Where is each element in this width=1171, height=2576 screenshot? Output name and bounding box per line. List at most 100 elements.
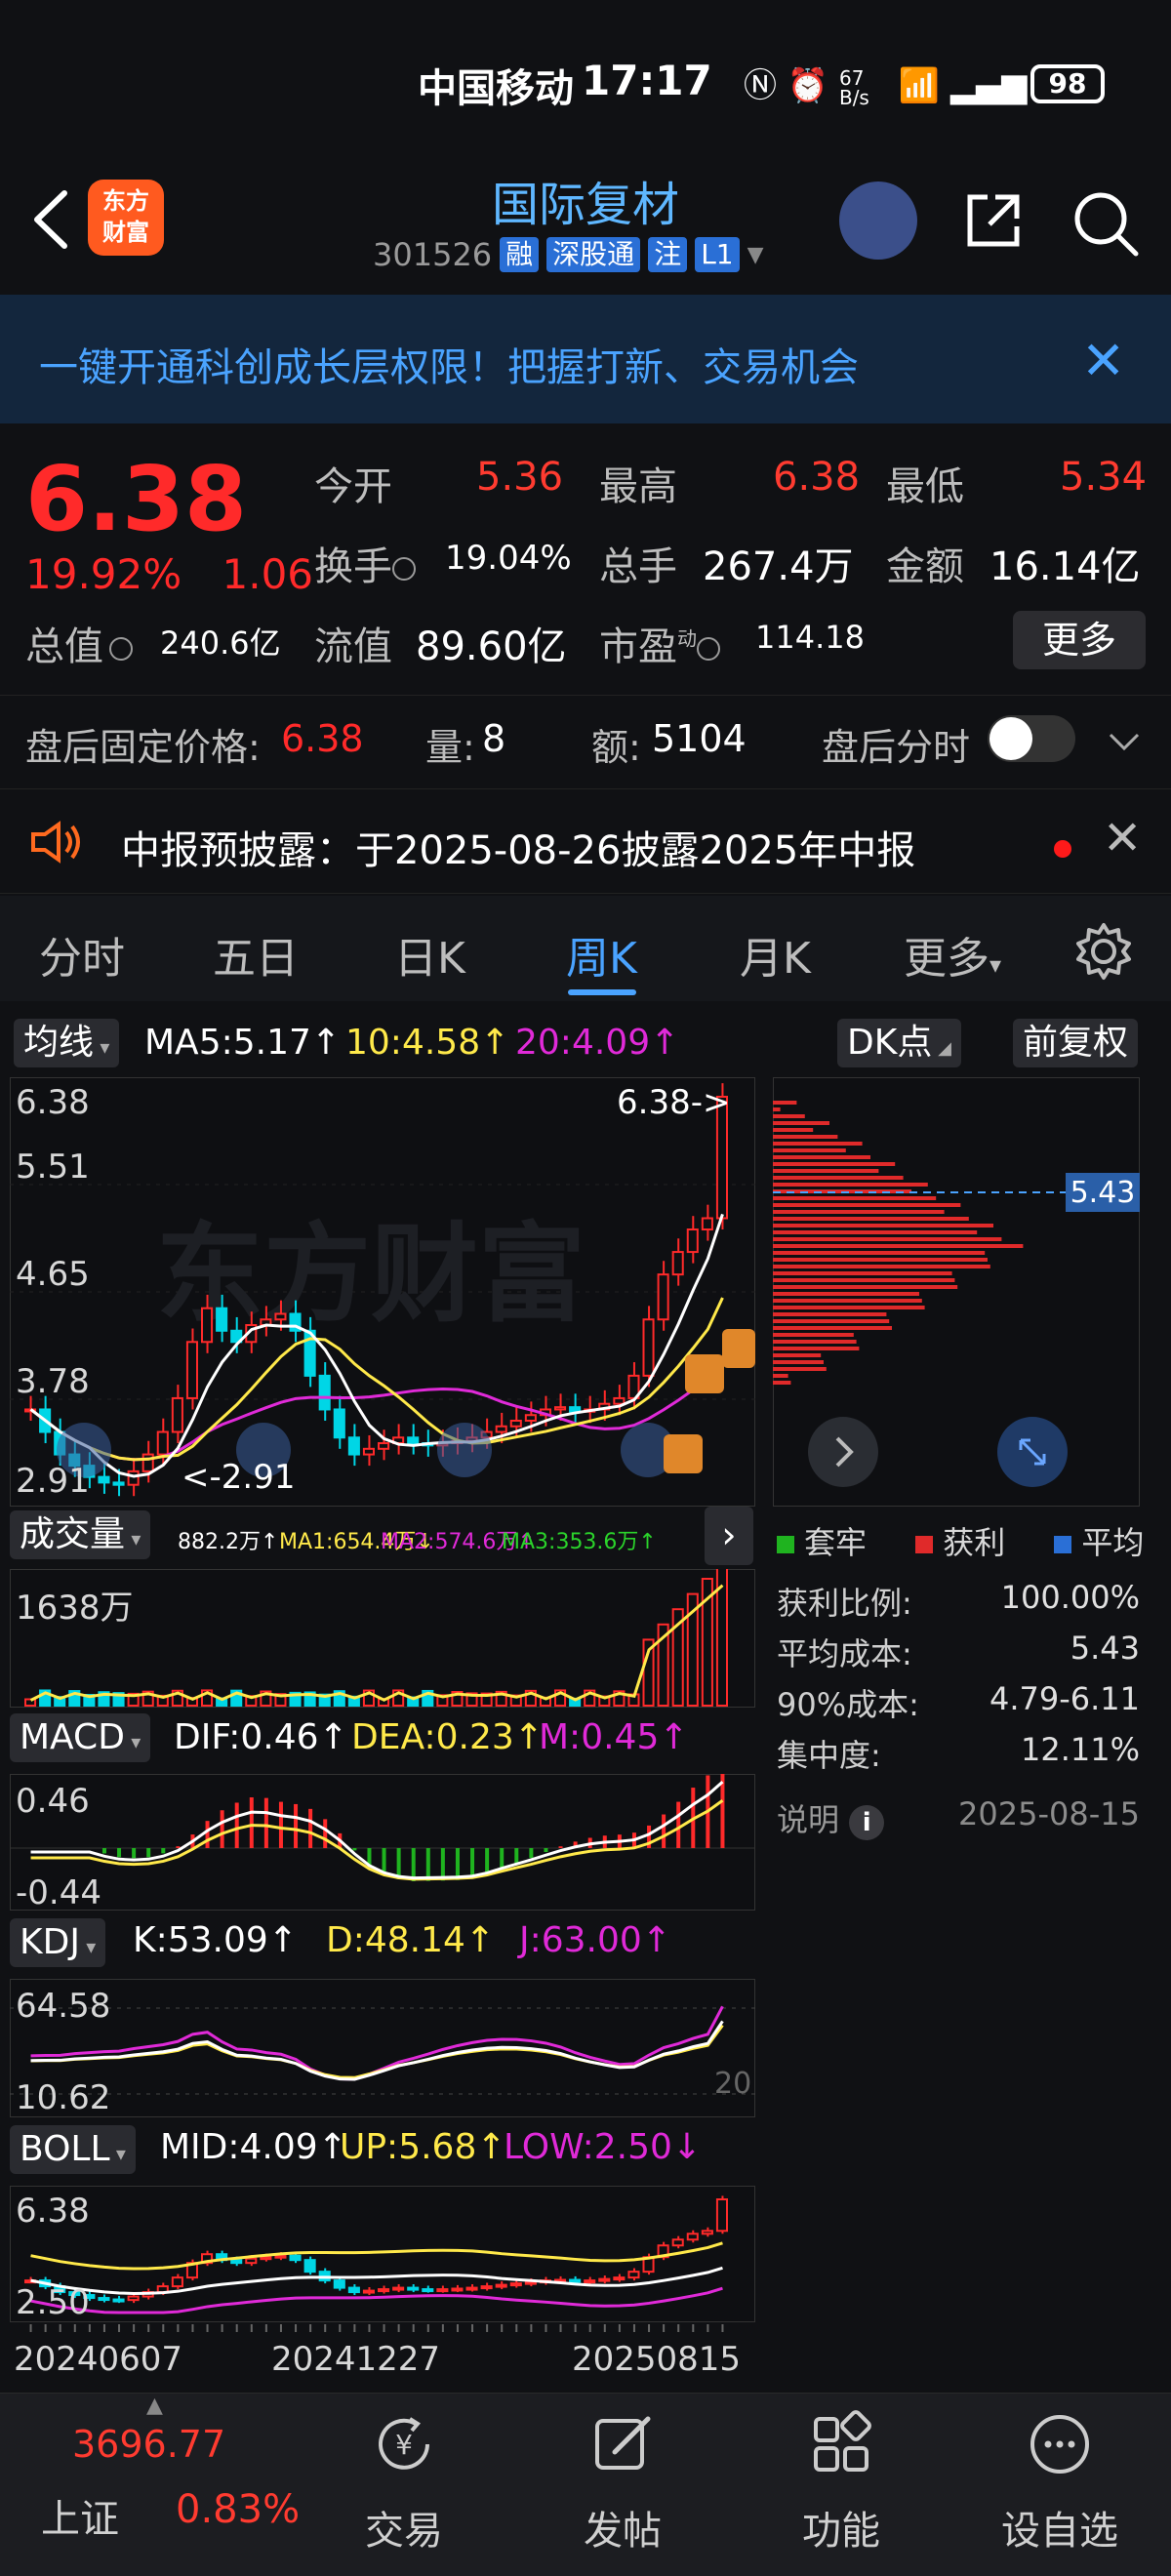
kline-chart[interactable]: 东方财富 — [10, 1077, 755, 1507]
candle-body — [347, 2286, 360, 2294]
nav-add-watchlist[interactable]: 设自选 — [962, 2394, 1157, 2576]
t-marker[interactable] — [685, 1354, 724, 1393]
boll-axis-top: 6.38 — [16, 2192, 90, 2231]
notice-row[interactable]: 中报预披露：于2025-08-26披露2025年中报 ✕ — [0, 788, 1171, 894]
chip-bar — [773, 1230, 978, 1234]
t-marker[interactable] — [722, 1329, 755, 1368]
chip-distribution-chart[interactable]: 5.43 — [773, 1077, 1140, 1507]
stock-code-row[interactable]: 301526 融 深股通 注 L1 ▼ — [373, 236, 764, 273]
share-icon[interactable] — [962, 189, 1025, 252]
candle-body — [318, 1374, 331, 1411]
info-icon[interactable] — [109, 637, 133, 661]
more-button[interactable]: 更多 — [1013, 611, 1146, 669]
chip-bar — [773, 1251, 986, 1255]
change-pct: 19.92% — [25, 550, 182, 598]
candle-body — [98, 2297, 110, 2302]
macd-dea: DEA:0.23↑ — [351, 1717, 544, 1757]
chip-bar — [773, 1340, 857, 1344]
nav-add-watchlist-label: 设自选 — [1001, 2509, 1118, 2554]
chip-bar — [773, 1155, 870, 1159]
expand-indicators-button[interactable]: › — [705, 1507, 753, 1565]
tab-5day[interactable]: 五日 — [213, 923, 299, 986]
kdj-selector[interactable]: KDJ ▾ — [10, 1918, 106, 1967]
chip-bar — [773, 1176, 904, 1180]
candle-body — [657, 1273, 669, 1321]
assistant-robot-icon[interactable] — [839, 181, 917, 260]
tag-margin: 融 — [500, 237, 540, 272]
tab-intraday[interactable]: 分时 — [39, 923, 125, 986]
chip-legend: 套牢 获利 平均 — [777, 1518, 1144, 1563]
volume-selector[interactable]: 成交量 ▾ — [10, 1510, 151, 1559]
explain-link[interactable]: 说明 i — [777, 1795, 885, 1840]
candle-body — [422, 2288, 434, 2293]
promo-banner[interactable]: 一键开通科创成长层权限！把握打新、交易机会 ✕ — [0, 295, 1171, 423]
chip-bar — [773, 1292, 919, 1296]
legend-profit: 获利 — [943, 1524, 1006, 1561]
net-speed: 67 B/s — [838, 65, 869, 109]
tag-level: L1 — [695, 237, 740, 272]
price-change: 19.92% 1.06 — [25, 550, 313, 598]
after-hours-row: 盘后固定价格: 6.38 量: 8 额: 5104 盘后分时 — [0, 695, 1171, 788]
caret-up-icon: ▲ — [146, 2394, 163, 2418]
boll-up: UP:5.68↑ — [340, 2127, 506, 2167]
candle-body — [451, 2287, 464, 2292]
ah-vol: 8 — [482, 717, 506, 760]
ma-selector[interactable]: 均线 ▾ — [14, 1019, 120, 1067]
macd-bar — [117, 1848, 122, 1858]
speaker-icon — [31, 821, 80, 864]
chip-bar — [773, 1196, 937, 1200]
close-icon[interactable]: ✕ — [1103, 811, 1142, 865]
search-icon[interactable] — [1071, 189, 1140, 258]
chip-bar — [773, 1381, 791, 1385]
after-hours-toggle[interactable] — [988, 715, 1075, 762]
mktcap-value: 240.6亿 — [160, 624, 281, 662]
avg-cost-row-label: 平均成本: — [777, 1635, 912, 1672]
macd-bar — [146, 1848, 151, 1858]
nav-post[interactable]: 发帖 — [525, 2394, 720, 2576]
tab-monthly[interactable]: 月K — [740, 923, 811, 986]
kdj-d: D:48.14↑ — [326, 1920, 496, 1960]
tab-weekly[interactable]: 周K — [566, 923, 637, 986]
chip-bar — [773, 1142, 863, 1146]
candle-body — [156, 1430, 169, 1456]
candle-body — [141, 1453, 154, 1472]
bottom-nav: 3696.77 ▲ 上证 0.83% ¥ 交易 发帖 功能 设自选 — [0, 2393, 1171, 2576]
boll-chart[interactable] — [10, 2186, 755, 2322]
open-label: 今开 — [314, 464, 392, 509]
nav-functions[interactable]: 功能 — [744, 2394, 939, 2576]
trade-icon: ¥ — [379, 2417, 429, 2470]
macd-selector[interactable]: MACD ▾ — [10, 1713, 151, 1762]
macd-chart[interactable] — [10, 1774, 755, 1911]
low-value: 5.34 — [1060, 455, 1148, 500]
macd-bar — [132, 1848, 137, 1859]
adjust-selector[interactable]: 前复权 — [1013, 1019, 1139, 1067]
macd-bar — [425, 1848, 430, 1881]
nav-trade[interactable]: ¥ 交易 — [306, 2394, 502, 2576]
kdj-chart[interactable] — [10, 1979, 755, 2117]
settings-gear-icon[interactable] — [1073, 921, 1134, 982]
tab-more[interactable]: 更多▾ — [904, 923, 1001, 986]
candle-body — [112, 1481, 125, 1486]
candle-body — [303, 2259, 316, 2274]
candle-body — [362, 2289, 375, 2294]
candle-body — [436, 2288, 449, 2293]
battery-icon: 98 — [1030, 64, 1105, 103]
tab-daily[interactable]: 日K — [394, 923, 465, 986]
dk-point-selector[interactable]: DK点 ◢ — [837, 1019, 961, 1067]
nav-circle-plus[interactable] — [437, 1423, 492, 1477]
macd-bar — [308, 1808, 313, 1848]
info-icon[interactable] — [392, 557, 416, 581]
nav-index-quote[interactable]: 3696.77 ▲ 上证 0.83% — [0, 2394, 300, 2576]
candle-body — [715, 2198, 729, 2233]
boll-selector[interactable]: BOLL ▾ — [10, 2125, 136, 2174]
price-axis-4: 2.91 — [16, 1462, 90, 1501]
turnover-label: 换手 — [314, 535, 416, 591]
kdj-axis-right: 20 — [714, 2067, 752, 2101]
chip-nav-next[interactable] — [808, 1417, 878, 1487]
candle-body — [598, 2277, 611, 2282]
chip-bar — [773, 1258, 988, 1262]
chevron-down-icon[interactable] — [1107, 731, 1142, 752]
close-icon[interactable]: ✕ — [1081, 330, 1125, 391]
info-icon[interactable] — [697, 637, 720, 661]
t-marker[interactable] — [664, 1434, 703, 1473]
